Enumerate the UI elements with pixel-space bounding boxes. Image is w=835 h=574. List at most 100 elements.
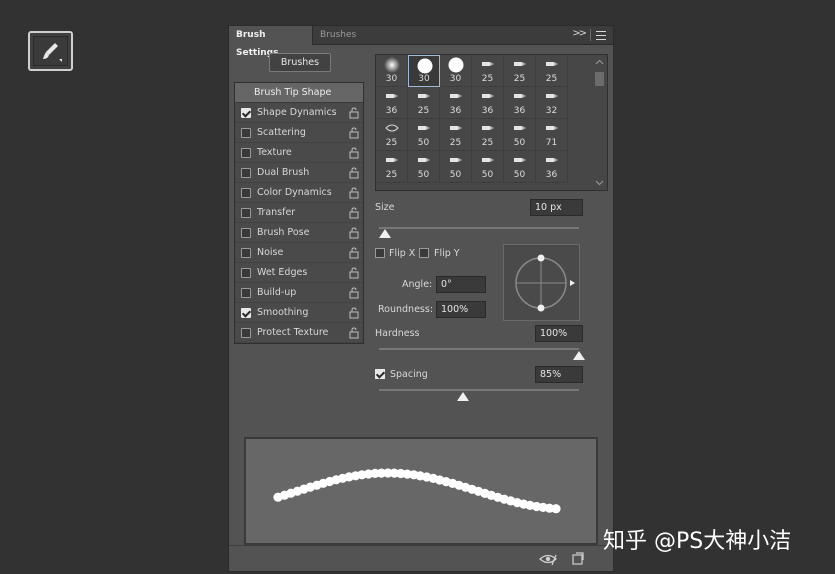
- spacing-field[interactable]: 85%: [535, 366, 583, 383]
- brush-preset-cell[interactable]: 25: [440, 119, 472, 151]
- lock-icon[interactable]: [349, 327, 359, 339]
- option-dual-brush[interactable]: Dual Brush: [235, 163, 363, 183]
- option-checkbox[interactable]: [241, 248, 251, 258]
- scrollbar-thumb[interactable]: [595, 72, 604, 86]
- brush-preset-cell[interactable]: 36: [376, 87, 408, 119]
- lock-icon[interactable]: [349, 187, 359, 199]
- brush-size-number: 25: [513, 74, 526, 84]
- lock-icon[interactable]: [349, 307, 359, 319]
- brush-preset-cell[interactable]: 25: [536, 55, 568, 87]
- tab-brush-settings[interactable]: Brush Settings: [229, 26, 313, 58]
- brush-preset-cell[interactable]: 30: [408, 55, 440, 87]
- scroll-down-icon[interactable]: [595, 178, 604, 187]
- panel-footer: [229, 545, 613, 571]
- brush-preset-cell[interactable]: 71: [536, 119, 568, 151]
- angle-dial[interactable]: [504, 245, 581, 322]
- option-scattering[interactable]: Scattering: [235, 123, 363, 143]
- lock-icon[interactable]: [349, 207, 359, 219]
- size-slider-thumb[interactable]: [379, 229, 391, 238]
- panel-menu-icon[interactable]: [596, 31, 606, 40]
- option-noise[interactable]: Noise: [235, 243, 363, 263]
- brush-preset-cell[interactable]: 25: [472, 119, 504, 151]
- brush-preset-cell[interactable]: 30: [440, 55, 472, 87]
- option-checkbox[interactable]: [241, 188, 251, 198]
- brush-tool-button[interactable]: [28, 31, 73, 71]
- spacing-slider-track[interactable]: [379, 389, 579, 391]
- option-checkbox[interactable]: [241, 288, 251, 298]
- tab-brushes[interactable]: Brushes: [313, 26, 363, 45]
- roundness-field[interactable]: 100%: [436, 301, 486, 318]
- brush-preset-cell[interactable]: 50: [440, 151, 472, 183]
- size-field[interactable]: 10 px: [530, 199, 583, 216]
- option-checkbox[interactable]: [241, 128, 251, 138]
- brush-preset-cell[interactable]: 25: [408, 87, 440, 119]
- lock-icon[interactable]: [349, 127, 359, 139]
- angle-roundness-widget[interactable]: [503, 244, 580, 321]
- brush-preset-cell[interactable]: 50: [472, 151, 504, 183]
- option-label: Brush Pose: [257, 227, 310, 238]
- brush-preset-cell[interactable]: 25: [504, 55, 536, 87]
- option-texture[interactable]: Texture: [235, 143, 363, 163]
- brush-preset-cell[interactable]: 36: [440, 87, 472, 119]
- option-brush-tip-shape[interactable]: Brush Tip Shape: [235, 83, 363, 103]
- hardness-slider-track[interactable]: [379, 348, 579, 350]
- spacing-checkbox[interactable]: [375, 369, 385, 379]
- preset-scrollbar[interactable]: [592, 55, 607, 190]
- angle-field[interactable]: 0°: [436, 276, 486, 293]
- brush-size-number: 30: [385, 74, 398, 84]
- option-checkbox[interactable]: [241, 228, 251, 238]
- stroke-dot: [551, 504, 561, 514]
- option-label: Build-up: [257, 287, 297, 298]
- eye-icon[interactable]: [539, 552, 557, 566]
- lock-icon[interactable]: [349, 287, 359, 299]
- hardness-slider-thumb[interactable]: [573, 351, 585, 360]
- brushes-button[interactable]: Brushes: [269, 53, 331, 72]
- option-build-up[interactable]: Build-up: [235, 283, 363, 303]
- lock-icon[interactable]: [349, 107, 359, 119]
- brush-size-number: 25: [385, 138, 398, 148]
- flip-x-checkbox[interactable]: [375, 248, 385, 258]
- flip-y-checkbox[interactable]: [419, 248, 429, 258]
- brush-preset-cell[interactable]: 32: [536, 87, 568, 119]
- option-brush-pose[interactable]: Brush Pose: [235, 223, 363, 243]
- scroll-up-icon[interactable]: [595, 58, 604, 67]
- brush-preset-cell[interactable]: 30: [376, 55, 408, 87]
- lock-icon[interactable]: [349, 147, 359, 159]
- option-protect-texture[interactable]: Protect Texture: [235, 323, 363, 343]
- option-checkbox[interactable]: [241, 108, 251, 118]
- brush-preset-cell[interactable]: 36: [472, 87, 504, 119]
- brush-preset-cell[interactable]: 50: [408, 151, 440, 183]
- option-shape-dynamics[interactable]: Shape Dynamics: [235, 103, 363, 123]
- option-checkbox[interactable]: [241, 268, 251, 278]
- expand-panel-button[interactable]: >>: [572, 28, 587, 39]
- option-wet-edges[interactable]: Wet Edges: [235, 263, 363, 283]
- brush-preset-cell[interactable]: 36: [536, 151, 568, 183]
- brush-preset-cell[interactable]: 36: [504, 87, 536, 119]
- option-label: Shape Dynamics: [257, 107, 337, 118]
- new-preset-icon[interactable]: [572, 552, 584, 565]
- hardness-field[interactable]: 100%: [535, 325, 583, 342]
- brush-preset-cell[interactable]: 25: [376, 119, 408, 151]
- option-checkbox[interactable]: [241, 328, 251, 338]
- option-checkbox[interactable]: [241, 168, 251, 178]
- lock-icon[interactable]: [349, 247, 359, 259]
- option-smoothing[interactable]: Smoothing: [235, 303, 363, 323]
- spacing-slider-thumb[interactable]: [457, 392, 469, 401]
- lock-icon[interactable]: [349, 267, 359, 279]
- option-checkbox[interactable]: [241, 208, 251, 218]
- brush-preset-cell[interactable]: 25: [472, 55, 504, 87]
- brush-preset-cell[interactable]: 50: [504, 151, 536, 183]
- option-transfer[interactable]: Transfer: [235, 203, 363, 223]
- brush-size-number: 36: [513, 106, 526, 116]
- option-checkbox[interactable]: [241, 308, 251, 318]
- size-slider-track[interactable]: [379, 227, 579, 229]
- brush-preset-cell[interactable]: 50: [408, 119, 440, 151]
- brush-stroke-preview: [244, 437, 598, 545]
- brush-preset-cell[interactable]: 25: [376, 151, 408, 183]
- lock-icon[interactable]: [349, 167, 359, 179]
- option-color-dynamics[interactable]: Color Dynamics: [235, 183, 363, 203]
- option-checkbox[interactable]: [241, 148, 251, 158]
- brush-preset-cell[interactable]: 50: [504, 119, 536, 151]
- brush-size-number: 50: [417, 138, 430, 148]
- lock-icon[interactable]: [349, 227, 359, 239]
